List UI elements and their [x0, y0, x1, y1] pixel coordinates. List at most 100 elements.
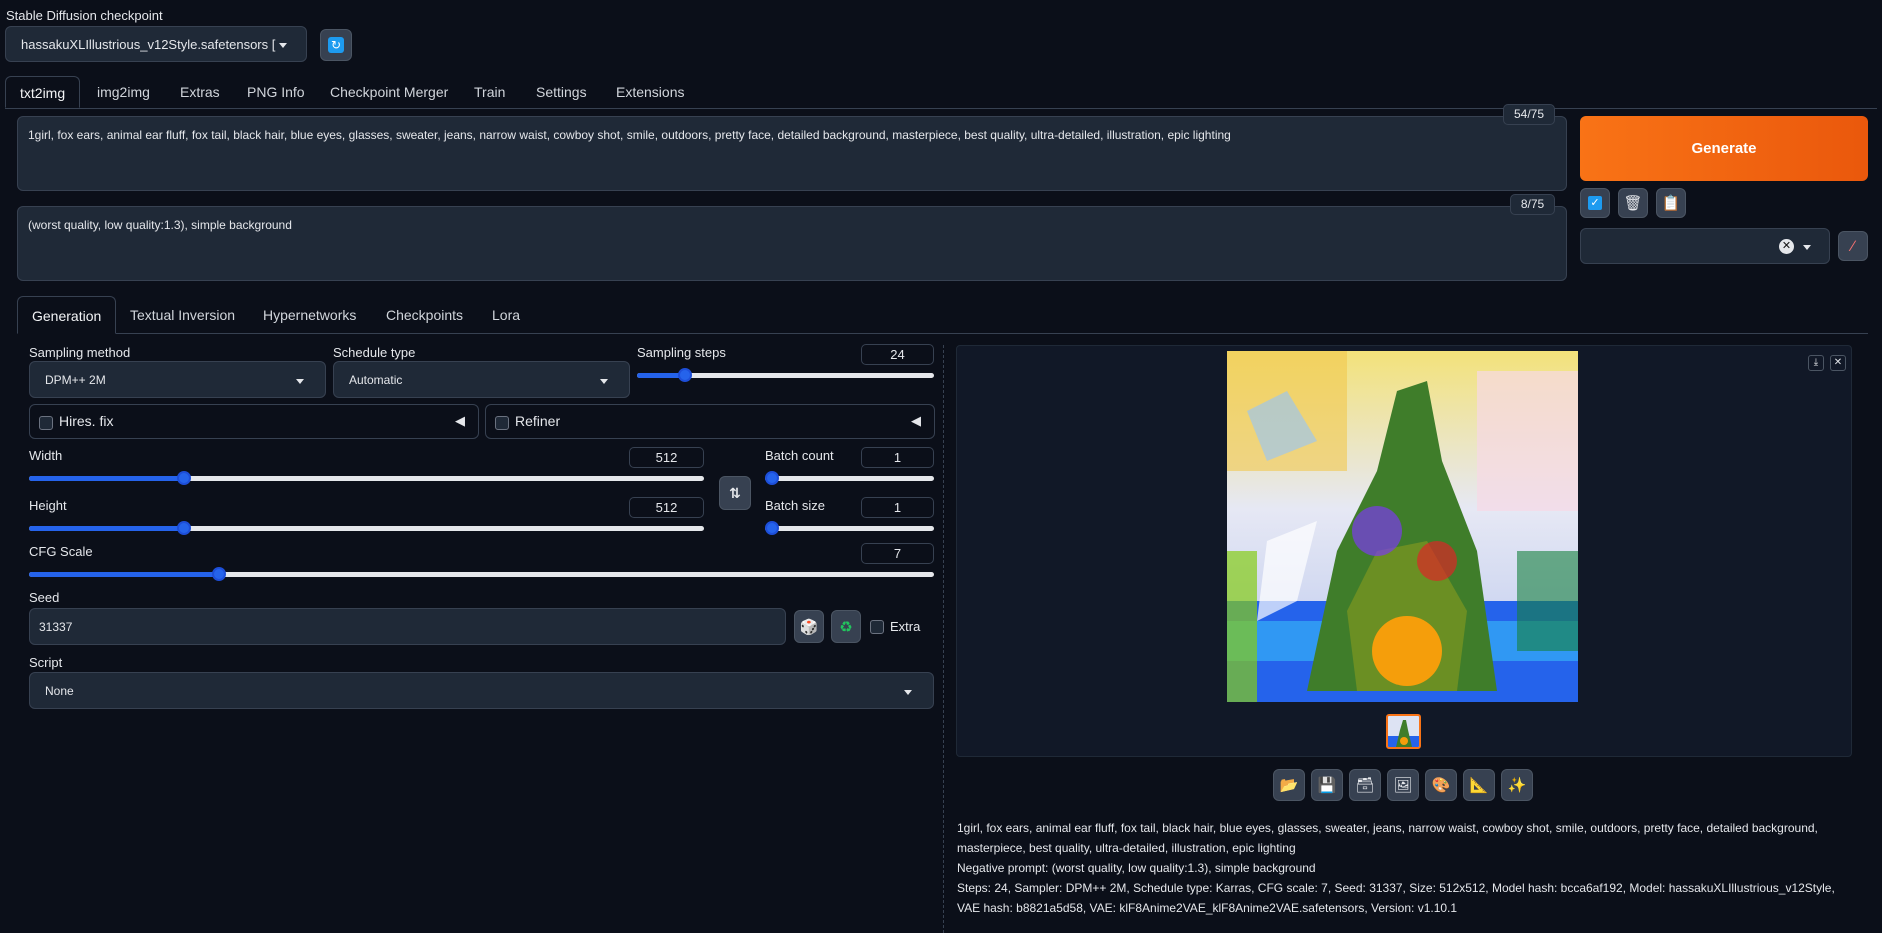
height-label: Height	[29, 498, 67, 513]
sampling-method-select[interactable]: DPM++ 2M	[29, 361, 326, 398]
refiner-checkbox[interactable]	[495, 416, 509, 430]
seed-extra-label: Extra	[890, 619, 921, 634]
save-icon: 💾	[1317, 777, 1337, 794]
tab-lora[interactable]: Lora	[492, 296, 520, 334]
batch-count-input[interactable]: 1	[861, 447, 934, 468]
hires-fix-checkbox[interactable]	[39, 416, 53, 430]
schedule-type-label: Schedule type	[333, 345, 416, 360]
styles-select[interactable]: ✕	[1580, 228, 1830, 264]
output-gallery: ⤓ ✕	[956, 345, 1852, 757]
width-input[interactable]: 512	[629, 447, 704, 468]
swap-icon: ⇅	[729, 484, 741, 501]
tab-png-info[interactable]: PNG Info	[247, 76, 305, 108]
seed-value: 31337	[39, 620, 73, 634]
trash-icon: 🗑	[1623, 195, 1643, 212]
save-button[interactable]: 💾	[1311, 769, 1343, 801]
trash-button[interactable]: 🗑	[1618, 188, 1648, 218]
info-negative-prompt: Negative prompt: (worst quality, low qua…	[957, 861, 1316, 875]
image-thumbnail[interactable]	[1386, 714, 1421, 749]
random-seed-button[interactable]: 🎲	[794, 610, 824, 643]
chevron-down-icon	[296, 379, 304, 384]
hires-fix-label: Hires. fix	[59, 413, 114, 429]
ruler-icon: 📐	[1469, 777, 1489, 794]
main-tab-bar: txt2img img2img Extras PNG Info Checkpoi…	[5, 76, 1877, 109]
reuse-seed-button[interactable]: ♻	[831, 610, 861, 643]
info-parameters: Steps: 24, Sampler: DPM++ 2M, Schedule t…	[957, 881, 1835, 915]
script-label: Script	[29, 655, 63, 670]
tab-txt2img[interactable]: txt2img	[5, 76, 81, 108]
edit-styles-button[interactable]: ∕	[1838, 231, 1868, 261]
seed-extra-checkbox[interactable]	[870, 620, 884, 634]
tab-extensions[interactable]: Extensions	[616, 76, 684, 108]
hires-fix-accordion[interactable]: Hires. fix ◀	[29, 404, 479, 439]
width-slider[interactable]	[29, 470, 704, 486]
zip-icon: 🗃	[1355, 777, 1375, 794]
sampling-steps-input[interactable]: 24	[861, 344, 934, 365]
chevron-down-icon	[1803, 245, 1811, 250]
tab-checkpoints[interactable]: Checkpoints	[386, 296, 463, 334]
swap-dimensions-button[interactable]: ⇅	[719, 476, 751, 510]
clear-icon[interactable]: ✕	[1779, 239, 1794, 254]
negative-token-count: 8/75	[1510, 194, 1555, 215]
script-value: None	[45, 684, 74, 698]
batch-size-input[interactable]: 1	[861, 497, 934, 518]
tab-hypernetworks[interactable]: Hypernetworks	[263, 296, 356, 334]
close-icon[interactable]: ✕	[1830, 355, 1846, 371]
chevron-down-icon	[600, 379, 608, 384]
zip-button[interactable]: 🗃	[1349, 769, 1381, 801]
download-icon[interactable]: ⤓	[1808, 355, 1824, 371]
tab-checkpoint-merger[interactable]: Checkpoint Merger	[330, 76, 448, 108]
height-slider[interactable]	[29, 520, 704, 536]
batch-count-slider[interactable]	[765, 470, 934, 486]
send-to-inpaint-button[interactable]: 🎨	[1425, 769, 1457, 801]
height-input[interactable]: 512	[629, 497, 704, 518]
collapse-triangle-icon: ◀	[911, 413, 921, 428]
toggle-checkbox-button[interactable]: ✓	[1580, 188, 1610, 218]
checkpoint-value: hassakuXLIllustrious_v12Style.safetensor…	[21, 37, 276, 52]
checkbox-icon: ✓	[1588, 196, 1602, 210]
sampling-method-value: DPM++ 2M	[45, 373, 106, 387]
prompt-token-count: 54/75	[1503, 104, 1555, 125]
palette-icon: 🎨	[1431, 777, 1451, 794]
image-icon: 🖼	[1393, 777, 1413, 794]
refiner-label: Refiner	[515, 413, 561, 429]
checkpoint-select[interactable]: hassakuXLIllustrious_v12Style.safetensor…	[5, 26, 307, 62]
cfg-scale-label: CFG Scale	[29, 544, 93, 559]
tab-img2img[interactable]: img2img	[97, 76, 150, 108]
folder-icon: 📂	[1279, 777, 1299, 794]
refiner-accordion[interactable]: Refiner ◀	[485, 404, 935, 439]
cfg-scale-slider[interactable]	[29, 566, 934, 582]
brush-icon: ∕	[1851, 237, 1855, 255]
sub-tab-bar: Generation Textual Inversion Hypernetwor…	[17, 296, 1868, 334]
batch-size-label: Batch size	[765, 498, 825, 513]
panel-divider	[943, 345, 944, 933]
script-select[interactable]: None	[29, 672, 934, 709]
collapse-triangle-icon: ◀	[455, 413, 465, 428]
cfg-scale-input[interactable]: 7	[861, 543, 934, 564]
upscale-button[interactable]: ✨	[1501, 769, 1533, 801]
sampling-steps-slider[interactable]	[637, 367, 934, 383]
prompt-textarea[interactable]: 1girl, fox ears, animal ear fluff, fox t…	[17, 116, 1567, 191]
generated-image-art	[1227, 351, 1578, 702]
checkpoint-label: Stable Diffusion checkpoint	[6, 8, 163, 23]
seed-label: Seed	[29, 590, 60, 605]
tab-textual-inversion[interactable]: Textual Inversion	[130, 296, 235, 334]
sampling-method-label: Sampling method	[29, 345, 131, 360]
dice-icon: 🎲	[799, 618, 819, 636]
send-to-img2img-button[interactable]: 🖼	[1387, 769, 1419, 801]
send-to-extras-button[interactable]: 📐	[1463, 769, 1495, 801]
tab-extras[interactable]: Extras	[180, 76, 220, 108]
generated-image[interactable]	[1227, 351, 1578, 702]
tab-settings[interactable]: Settings	[536, 76, 587, 108]
generate-button[interactable]: Generate	[1580, 116, 1868, 181]
sparkle-icon: ✨	[1507, 777, 1527, 794]
refresh-checkpoint-button[interactable]: ↻	[320, 29, 352, 61]
batch-size-slider[interactable]	[765, 520, 934, 536]
open-folder-button[interactable]: 📂	[1273, 769, 1305, 801]
tab-generation[interactable]: Generation	[17, 296, 117, 334]
negative-prompt-textarea[interactable]: (worst quality, low quality:1.3), simple…	[17, 206, 1567, 281]
tab-train[interactable]: Train	[474, 76, 505, 108]
seed-input[interactable]: 31337	[29, 608, 786, 645]
schedule-type-select[interactable]: Automatic	[333, 361, 630, 398]
paste-button[interactable]: 📋	[1656, 188, 1686, 218]
